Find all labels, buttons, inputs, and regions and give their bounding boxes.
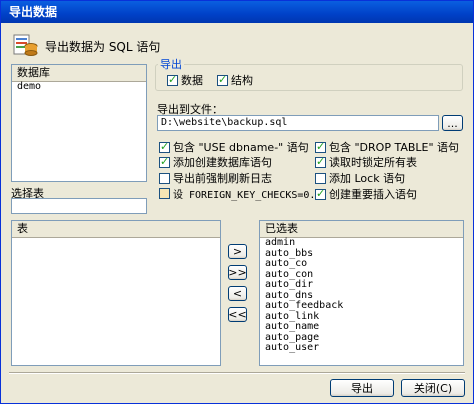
remove-all-button[interactable]: << <box>228 307 247 322</box>
option-label: 读取时锁定所有表 <box>329 156 417 169</box>
select-table-input[interactable] <box>11 198 147 214</box>
add-one-button[interactable]: > <box>228 244 247 259</box>
option-label: 添加创建数据库语句 <box>173 156 272 169</box>
list-item[interactable]: auto_name <box>260 321 463 333</box>
export-button[interactable]: 导出 <box>330 379 394 397</box>
option-checkbox[interactable]: 添加创建数据库语句 <box>159 154 272 170</box>
option-label: 创建重要插入语句 <box>329 188 417 201</box>
remove-one-button[interactable]: < <box>228 286 247 301</box>
export-structure-checkbox[interactable]: 结构 <box>217 72 253 88</box>
list-item[interactable]: auto_co <box>260 258 463 270</box>
selected-table-list[interactable]: 已选表 admin auto_bbs auto_co auto_con auto_dir… <box>259 220 464 366</box>
selected-list-header: 已选表 <box>260 221 463 238</box>
export-data-label: 数据 <box>181 74 203 87</box>
checkbox-icon <box>159 140 170 153</box>
export-file-input[interactable]: D:\website\backup.sql <box>157 115 439 131</box>
list-item[interactable]: auto_feedback <box>260 300 463 312</box>
option-checkbox[interactable]: 导出前强制刷新日志 <box>159 170 272 186</box>
dialog-heading: 导出数据为 SQL 语句 <box>45 40 161 54</box>
option-checkbox[interactable]: 设 FOREIGN_KEY_CHECKS=0. <box>159 186 315 201</box>
table-list-header: 表 <box>12 221 220 238</box>
option-checkbox[interactable]: 包含 "DROP TABLE" 语句 <box>315 139 459 155</box>
checkbox-icon <box>159 172 170 184</box>
export-group-label: 导出 <box>158 56 184 72</box>
export-structure-label: 结构 <box>231 74 253 87</box>
add-all-button[interactable]: >> <box>228 265 247 280</box>
list-item[interactable]: demo <box>12 81 146 93</box>
database-export-icon <box>13 33 39 57</box>
checkbox-icon <box>217 73 228 86</box>
checkbox-icon <box>315 155 326 168</box>
checkbox-icon <box>315 140 326 153</box>
option-checkbox[interactable]: 包含 "USE dbname-" 语句 <box>159 139 309 155</box>
browse-button[interactable]: ... <box>442 115 463 131</box>
option-checkbox[interactable]: 读取时锁定所有表 <box>315 154 417 170</box>
title-bar: 导出数据 <box>1 1 473 23</box>
list-item[interactable]: auto_dir <box>260 279 463 291</box>
checkbox-icon <box>315 172 326 184</box>
window-title: 导出数据 <box>9 5 58 19</box>
option-checkbox[interactable]: 添加 Lock 语句 <box>315 170 405 186</box>
export-data-checkbox[interactable]: 数据 <box>167 72 203 88</box>
checkbox-icon <box>315 187 326 200</box>
option-checkbox[interactable]: 创建重要插入语句 <box>315 186 417 202</box>
list-item[interactable]: auto_user <box>260 342 463 354</box>
list-item[interactable]: admin <box>260 237 463 249</box>
database-list-header: 数据库 <box>12 65 146 82</box>
option-label: 添加 Lock 语句 <box>329 172 406 185</box>
option-label: 包含 "DROP TABLE" 语句 <box>329 141 460 154</box>
close-button[interactable]: 关闭(C) <box>401 379 465 397</box>
table-list[interactable]: 表 <box>11 220 221 366</box>
checkbox-icon <box>159 155 170 168</box>
database-list[interactable]: 数据库 demo <box>11 64 147 182</box>
checkbox-icon <box>167 73 178 86</box>
option-label: 包含 "USE dbname-" 语句 <box>173 141 309 154</box>
export-dialog: 导出数据 导出数据为 SQL 语句 数据库 demo 导出 数据 结构 导出到文… <box>0 0 474 404</box>
option-label: 设 FOREIGN_KEY_CHECKS=0. <box>173 190 316 201</box>
footer-divider <box>9 372 465 374</box>
checkbox-icon <box>159 188 170 199</box>
option-label: 导出前强制刷新日志 <box>173 172 272 185</box>
